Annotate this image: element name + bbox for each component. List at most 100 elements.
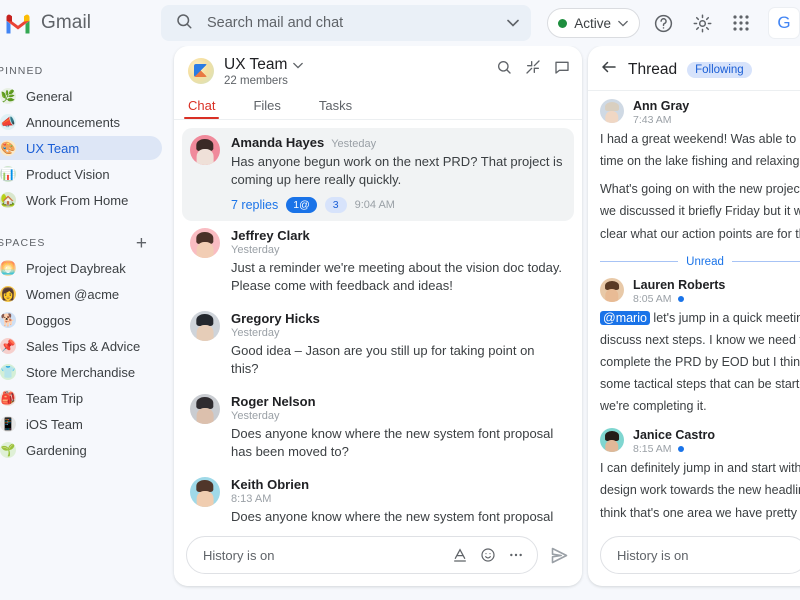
message-timestamp: 7:43 AM (633, 114, 672, 126)
chat-composer-zone (174, 527, 582, 586)
status-caret-icon (618, 14, 628, 32)
send-icon[interactable] (547, 543, 572, 568)
spaces-label: SPACES (0, 237, 46, 249)
sidebar-item-ios-team[interactable]: 📱 iOS Team (0, 412, 162, 436)
message-text: Does anyone know where the new system fo… (231, 425, 554, 460)
mention-token[interactable]: @mario (600, 310, 650, 325)
sidebar-item-label: Doggos (26, 312, 71, 328)
tab-files[interactable]: Files (251, 94, 282, 119)
sidebar: PINNED 🌿 General 📣 Announcements 🎨 UX Team 📊 Pr… (0, 46, 170, 600)
chat-header: UX Team 22 members (174, 46, 582, 87)
sidebar-item-doggos[interactable]: 🐕 Doggos (0, 308, 162, 332)
unread-dot-icon (677, 446, 684, 453)
search-input[interactable] (206, 15, 494, 31)
thread-message[interactable]: Janice Castro 8:15 AM I can definitely jum… (600, 428, 800, 527)
sidebar-item-label: Product Vision (26, 166, 110, 182)
comment-icon[interactable] (554, 59, 570, 80)
chevron-down-icon[interactable] (507, 14, 520, 32)
message-sender: Ann Gray (633, 99, 690, 113)
message-text: Does anyone know where the new system fo… (231, 508, 554, 524)
chat-composer[interactable] (186, 536, 538, 574)
status-label: Active (574, 15, 611, 31)
chat-message-input[interactable] (203, 547, 440, 563)
thread-message-input[interactable] (617, 547, 793, 563)
message-text-line: What's going on with the new project? I … (600, 182, 800, 197)
sidebar-item-product-vision[interactable]: 📊 Product Vision (0, 162, 162, 186)
sidebar-item-label: Project Daybreak (26, 260, 126, 276)
more-horizontal-icon[interactable] (508, 547, 524, 563)
reply-count-badge: 3 (324, 196, 347, 213)
plus-icon[interactable]: + (132, 233, 152, 253)
tab-tasks[interactable]: Tasks (317, 94, 354, 119)
text-format-icon[interactable] (452, 547, 468, 563)
brand-label: Gmail (41, 12, 92, 33)
sidebar-item-women-acme[interactable]: 👩 Women @acme (0, 282, 162, 306)
message-text-line: let's jump in a quick meeting to (653, 310, 800, 325)
sidebar-item-label: Team Trip (26, 390, 84, 406)
sidebar-item-label: General (26, 88, 73, 104)
message-sender: Amanda Hayes (231, 135, 325, 150)
thread-replies-row[interactable]: 7 replies 1@ 3 9:04 AM (231, 196, 564, 213)
thread-message[interactable]: Lauren Roberts 8:05 AM @mario let's jump i… (600, 277, 800, 416)
room-title: UX Team (224, 56, 288, 73)
following-badge[interactable]: Following (687, 61, 752, 78)
message-text-line: I can definitely jump in and start with … (600, 461, 800, 476)
room-caret-icon[interactable] (293, 56, 304, 74)
sidebar-item-team-trip[interactable]: 🎒 Team Trip (0, 386, 162, 410)
thread-panel: Thread Following Ann Gray 7:43 AM I had a … (588, 46, 800, 586)
search-icon[interactable] (496, 59, 512, 80)
chat-message[interactable]: Gregory Hicks Yesterday Good idea – Jason … (182, 304, 574, 387)
space-emoji-icon: 🌱 (0, 442, 16, 458)
sidebar-item-sales-tips-advice[interactable]: 📌 Sales Tips & Advice (0, 334, 162, 358)
chat-message[interactable]: Jeffrey Clark Yesterday Just a reminder we… (182, 221, 574, 304)
chat-message[interactable]: Amanda Hayes Yesteday Has anyone begun wor… (182, 128, 574, 221)
message-sender: Jeffrey Clark (231, 227, 310, 243)
sidebar-item-announcements[interactable]: 📣 Announcements (0, 110, 162, 134)
room-member-count: 22 members (224, 75, 288, 87)
arrow-back-icon[interactable] (600, 58, 618, 81)
apps-grid-icon[interactable] (725, 7, 757, 39)
sidebar-item-gardening[interactable]: 🌱 Gardening (0, 438, 162, 462)
message-text-line: some tactical steps that can be started … (600, 377, 800, 391)
sidebar-item-general[interactable]: 🌿 General (0, 84, 162, 108)
unread-label: Unread (686, 255, 724, 268)
space-emoji-icon: 🐕 (0, 312, 16, 328)
account-avatar[interactable]: G (768, 7, 800, 39)
help-circle-icon[interactable] (647, 7, 679, 39)
avatar (190, 227, 220, 258)
pinned-list: 🌿 General 📣 Announcements 🎨 UX Team 📊 Product V… (0, 84, 170, 212)
message-sender: Lauren Roberts (633, 277, 726, 292)
avatar (190, 310, 220, 341)
thread-message[interactable]: Ann Gray 7:43 AM I had a great weekend! Wa… (600, 99, 800, 243)
chat-message[interactable]: Roger Nelson Yesterday Does anyone know wh… (182, 387, 574, 470)
message-text-line: we discussed it briefly Friday but it wa… (600, 204, 800, 219)
message-text-line: design work towards the new headlines. I (600, 483, 800, 498)
space-emoji-icon: 👩 (0, 286, 16, 302)
space-emoji-icon: 🎒 (0, 390, 16, 406)
brand-area: Gmail (0, 12, 161, 34)
tab-chat[interactable]: Chat (183, 94, 220, 119)
space-emoji-icon: 🌿 (0, 88, 16, 104)
space-emoji-icon: 📌 (0, 338, 16, 354)
sidebar-item-project-daybreak[interactable]: 🌅 Project Daybreak (0, 256, 162, 280)
space-emoji-icon: 🎨 (0, 140, 16, 156)
thread-composer[interactable] (600, 536, 800, 574)
sidebar-item-store-merchandise[interactable]: 👕 Store Merchandise (0, 360, 162, 384)
gear-icon[interactable] (686, 7, 718, 39)
space-emoji-icon: 🌅 (0, 260, 16, 276)
divider-line (731, 261, 800, 263)
replies-link[interactable]: 7 replies (231, 198, 278, 212)
message-timestamp: Yesterday (231, 409, 280, 422)
message-text-line: I had a great weekend! Was able to get s… (600, 132, 800, 146)
collapse-arrows-icon[interactable] (525, 59, 541, 80)
search-bar[interactable] (160, 5, 532, 41)
status-pill[interactable]: Active (547, 8, 640, 38)
chat-header-icons (496, 59, 570, 80)
sidebar-item-ux-team[interactable]: 🎨 UX Team (0, 136, 162, 160)
message-sender: Janice Castro (633, 428, 715, 443)
chat-message[interactable]: Keith Obrien 8:13 AM Does anyone know wher… (182, 470, 574, 527)
emoji-icon[interactable] (480, 547, 496, 563)
mention-badge: 1@ (286, 196, 317, 213)
sidebar-item-work-from-home[interactable]: 🏡 Work From Home (0, 188, 162, 212)
gmail-chat-app: Gmail Active (0, 0, 800, 600)
